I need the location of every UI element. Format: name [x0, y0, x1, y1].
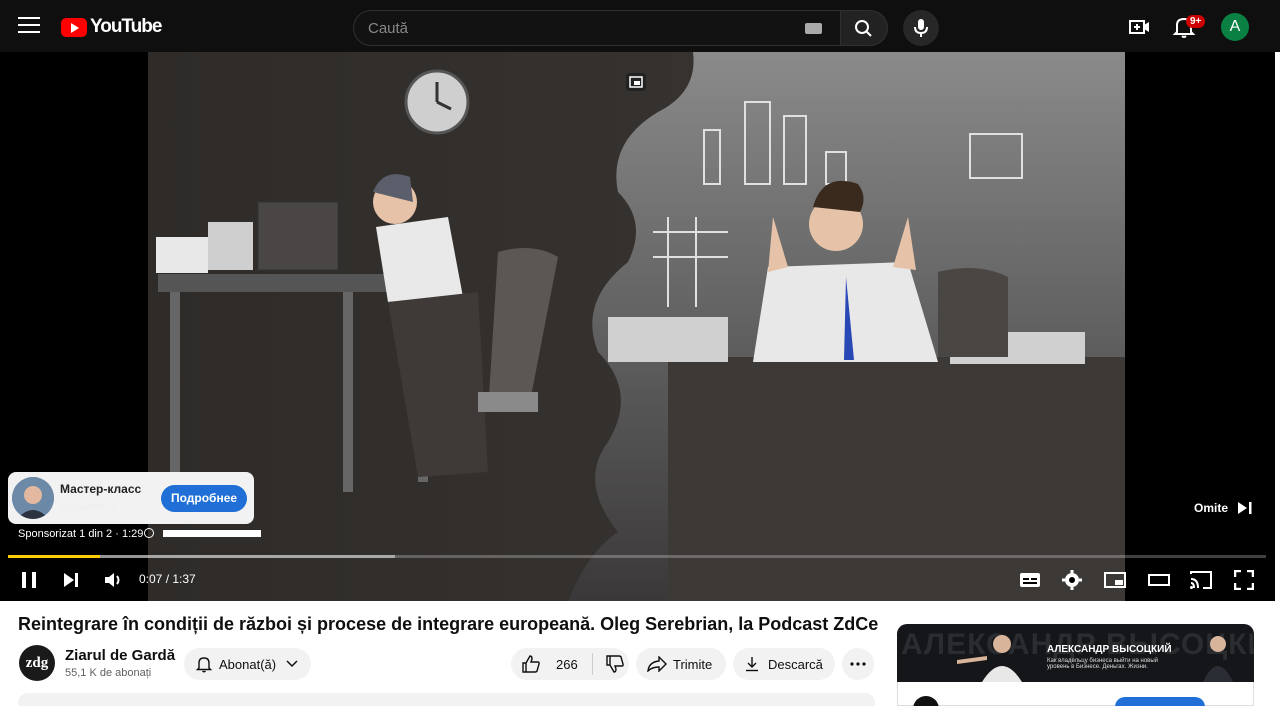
picture-in-picture-icon[interactable]: [625, 72, 647, 92]
time-display: 0:07 / 1:37: [139, 572, 196, 586]
pause-icon[interactable]: [20, 571, 38, 589]
video-player[interactable]: Мастер-класс azbooster.ru Подробнее Spon…: [0, 52, 1275, 601]
ad-info-icon[interactable]: [144, 528, 154, 538]
skip-ad-button[interactable]: Omite: [1194, 501, 1228, 515]
microphone-icon: [914, 19, 928, 37]
download-label: Descarcă: [768, 656, 823, 672]
progress-bar[interactable]: [8, 555, 1266, 558]
menu-icon[interactable]: [18, 17, 40, 35]
youtube-play-icon: [61, 17, 87, 37]
chevron-down-icon: [286, 660, 298, 668]
logo-text: YouTube: [90, 16, 162, 37]
next-icon[interactable]: [62, 571, 80, 589]
speaker-photo: [957, 635, 1022, 682]
subtitles-icon[interactable]: [1019, 571, 1041, 589]
subscribe-button[interactable]: Abonat(ă): [184, 648, 311, 680]
sponsored-label: Sponsorizat 1 din 2 · 1:29: [18, 528, 144, 540]
like-count: 266: [556, 656, 578, 672]
video-frame: [148, 52, 1125, 601]
like-icon[interactable]: [521, 655, 541, 673]
settings-icon[interactable]: [1062, 570, 1082, 590]
account-avatar[interactable]: A: [1221, 13, 1249, 41]
channel-avatar[interactable]: zdg: [19, 645, 55, 681]
banner-title: АЛЕКСАНДР ВЫСОЦКИЙ: [1047, 644, 1172, 655]
dislike-icon[interactable]: [605, 655, 625, 673]
top-bar: YouTube 9+ A: [0, 0, 1280, 52]
ad-domain: azbooster.ru: [60, 502, 116, 513]
played-bar: [8, 555, 100, 558]
share-icon: [647, 656, 667, 672]
download-icon: [746, 657, 758, 672]
volume-icon[interactable]: [103, 570, 123, 590]
skip-next-icon[interactable]: [1238, 502, 1252, 514]
search-button[interactable]: [840, 10, 888, 46]
youtube-logo[interactable]: YouTube: [61, 16, 162, 38]
companion-ad-banner[interactable]: АЛЕКСАНДР ВЫСОЦКИЙ АЛЕКСАНДР ВЫСОЦКИЙ Ка…: [897, 624, 1254, 682]
voice-search-button[interactable]: [903, 10, 939, 46]
advertiser-cta-button[interactable]: [1115, 697, 1205, 706]
ad-url-bar: [163, 530, 261, 537]
channel-name[interactable]: Ziarul de Gardă: [65, 647, 175, 664]
fullscreen-icon[interactable]: [1234, 570, 1254, 590]
divider: [591, 653, 593, 675]
like-dislike-group: 266: [511, 648, 629, 680]
share-label: Trimite: [673, 656, 713, 672]
banner-subtitle: Как владельцу бизнеса выйти на новый уро…: [1047, 658, 1159, 670]
download-button[interactable]: Descarcă: [733, 648, 835, 680]
bell-outline-icon: [195, 657, 213, 673]
keyboard-icon[interactable]: [805, 23, 822, 34]
ad-avatar: [12, 477, 54, 519]
miniplayer-icon[interactable]: [1104, 571, 1126, 589]
cast-icon[interactable]: [1189, 570, 1213, 590]
search-icon: [855, 20, 872, 37]
video-add-icon: [1129, 20, 1149, 34]
search-box: [353, 10, 841, 46]
subscribe-label: Abonat(ă): [219, 656, 277, 672]
search-input[interactable]: [354, 11, 784, 45]
ad-card[interactable]: Мастер-класс azbooster.ru Подробнее: [8, 472, 254, 524]
description-box[interactable]: [18, 693, 875, 706]
more-actions-button[interactable]: [842, 648, 874, 680]
subscriber-count: 55,1 K de abonați: [65, 667, 152, 679]
speaker-photo-right: [1203, 636, 1233, 682]
create-video-button[interactable]: [1128, 16, 1152, 38]
theater-mode-icon[interactable]: [1148, 573, 1170, 587]
ad-cta-button[interactable]: Подробнее: [161, 485, 247, 512]
video-title: Reintegrare în condiții de război și pro…: [18, 614, 879, 634]
ad-title: Мастер-класс: [60, 482, 142, 496]
share-button[interactable]: Trimite: [636, 648, 726, 680]
more-icon: [850, 662, 866, 666]
notification-badge: 9+: [1186, 15, 1206, 28]
